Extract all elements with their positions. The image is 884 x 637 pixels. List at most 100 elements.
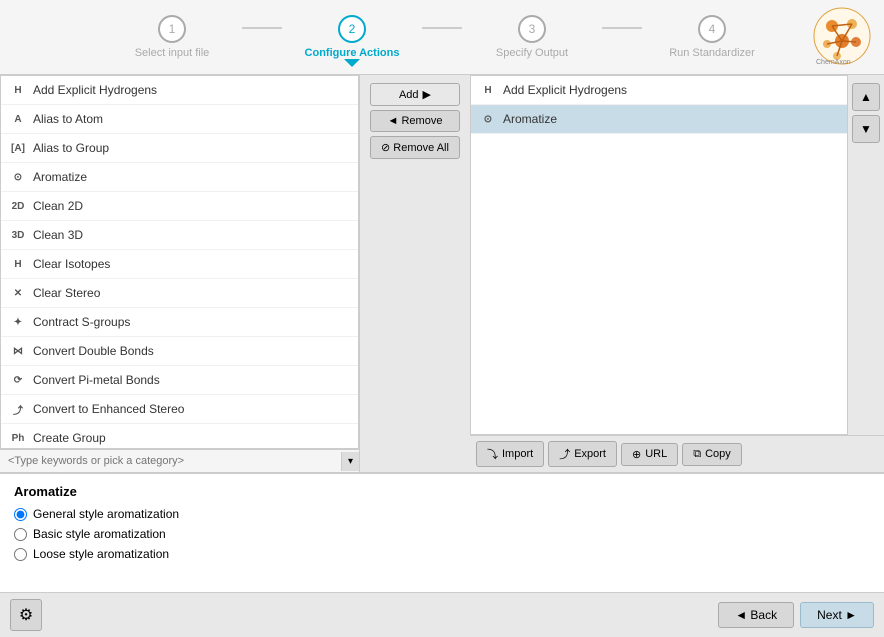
connector-3 xyxy=(602,27,642,29)
move-up-button[interactable]: ▲ xyxy=(852,83,880,111)
item-label: Create Group xyxy=(33,431,106,445)
left-list-item[interactable]: ⤴ Convert to Enhanced Stereo xyxy=(1,395,358,424)
item-icon: ⟳ xyxy=(9,371,27,389)
radio-options: General style aromatization Basic style … xyxy=(14,507,870,561)
properties-panel: Aromatize General style aromatization Ba… xyxy=(0,472,884,592)
middle-buttons: Add ▶ ◄ Remove ⊘ Remove All xyxy=(360,75,470,472)
step-4-label: Run Standardizer xyxy=(669,47,755,59)
item-label: Clean 2D xyxy=(33,199,83,213)
item-label: Clear Isotopes xyxy=(33,257,110,271)
left-list-item[interactable]: H Add Explicit Hydrogens xyxy=(1,76,358,105)
item-label: Aromatize xyxy=(33,170,87,184)
item-icon: A xyxy=(9,110,27,128)
url-button[interactable]: ⊕ URL xyxy=(621,443,678,466)
radio-label-3: Loose style aromatization xyxy=(33,547,169,561)
radio-option-2[interactable]: Basic style aromatization xyxy=(14,527,870,541)
left-list-item[interactable]: 2D Clean 2D xyxy=(1,192,358,221)
step-2[interactable]: 2 Configure Actions xyxy=(282,15,422,59)
step-1-circle: 1 xyxy=(158,15,186,43)
item-icon: H xyxy=(9,255,27,273)
radio-input-2[interactable] xyxy=(14,528,27,541)
left-list-item[interactable]: Ph Create Group xyxy=(1,424,358,449)
right-list-item[interactable]: H Add Explicit Hydrogens xyxy=(471,76,847,105)
right-panel: H Add Explicit Hydrogens ⊙ Aromatize xyxy=(470,75,848,435)
move-down-button[interactable]: ▼ xyxy=(852,115,880,143)
item-icon: ⤴ xyxy=(9,400,27,418)
export-button[interactable]: ⤴ Export xyxy=(548,441,617,467)
left-list-item[interactable]: A Alias to Atom xyxy=(1,105,358,134)
footer-nav-buttons: ◄ Back Next ► xyxy=(718,602,874,628)
item-label: Contract S-groups xyxy=(33,315,130,329)
item-icon: 3D xyxy=(9,226,27,244)
right-wrapper: H Add Explicit Hydrogens ⊙ Aromatize ▲ ▼ xyxy=(470,75,884,435)
right-list[interactable]: H Add Explicit Hydrogens ⊙ Aromatize xyxy=(471,76,847,434)
item-label: Add Explicit Hydrogens xyxy=(33,83,157,97)
radio-input-3[interactable] xyxy=(14,548,27,561)
search-row: ▾ xyxy=(0,449,359,472)
item-icon: H xyxy=(9,81,27,99)
item-label: Clear Stereo xyxy=(33,286,100,300)
right-bottom-buttons: ⤵ Import ⤴ Export ⊕ URL ⧉ Copy xyxy=(470,435,884,472)
right-side-buttons: ▲ ▼ xyxy=(848,75,884,435)
right-list-item[interactable]: ⊙ Aromatize xyxy=(471,105,847,134)
properties-title: Aromatize xyxy=(14,484,870,499)
item-label: Add Explicit Hydrogens xyxy=(503,83,627,97)
left-list-item[interactable]: ⋈ Convert Double Bonds xyxy=(1,337,358,366)
item-label: Convert to Enhanced Stereo xyxy=(33,402,184,416)
radio-label-1: General style aromatization xyxy=(33,507,179,521)
gear-button[interactable]: ⚙ xyxy=(10,599,42,631)
left-list-item[interactable]: ✦ Contract S-groups xyxy=(1,308,358,337)
step-4-circle: 4 xyxy=(698,15,726,43)
item-label: Convert Pi-metal Bonds xyxy=(33,373,160,387)
search-dropdown-btn[interactable]: ▾ xyxy=(341,452,359,471)
left-list-item[interactable]: ✕ Clear Stereo xyxy=(1,279,358,308)
remove-all-button[interactable]: ⊘ Remove All xyxy=(370,136,460,159)
import-button[interactable]: ⤵ Import xyxy=(476,441,544,467)
step-3-circle: 3 xyxy=(518,15,546,43)
item-icon: Ph xyxy=(9,429,27,447)
svg-text:ChemAxon: ChemAxon xyxy=(816,59,851,66)
item-icon: ✕ xyxy=(9,284,27,302)
gear-icon: ⚙ xyxy=(19,605,33,625)
add-button[interactable]: Add ▶ xyxy=(370,83,460,106)
left-list-item[interactable]: ⊙ Aromatize xyxy=(1,163,358,192)
right-area: H Add Explicit Hydrogens ⊙ Aromatize ▲ ▼… xyxy=(470,75,884,472)
left-list-item[interactable]: H Clear Isotopes xyxy=(1,250,358,279)
next-button[interactable]: Next ► xyxy=(800,602,874,628)
step-2-circle: 2 xyxy=(338,15,366,43)
search-input[interactable] xyxy=(0,450,341,472)
radio-option-1[interactable]: General style aromatization xyxy=(14,507,870,521)
connector-2 xyxy=(422,27,462,29)
item-icon: [A] xyxy=(9,139,27,157)
wizard-steps: 1 Select input file 2 Configure Actions … xyxy=(102,15,782,59)
left-panel: H Add Explicit Hydrogens A Alias to Atom… xyxy=(0,75,360,472)
radio-option-3[interactable]: Loose style aromatization xyxy=(14,547,870,561)
panels-row: H Add Explicit Hydrogens A Alias to Atom… xyxy=(0,75,884,472)
header: 1 Select input file 2 Configure Actions … xyxy=(0,0,884,75)
item-icon: ⊙ xyxy=(9,168,27,186)
item-icon: ⊙ xyxy=(479,110,497,128)
item-label: Alias to Group xyxy=(33,141,109,155)
item-icon: ⋈ xyxy=(9,342,27,360)
connector-1 xyxy=(242,27,282,29)
step-3-label: Specify Output xyxy=(496,47,568,59)
active-indicator xyxy=(344,59,360,67)
copy-button[interactable]: ⧉ Copy xyxy=(682,443,742,466)
back-button[interactable]: ◄ Back xyxy=(718,602,794,628)
step-1-label: Select input file xyxy=(135,47,210,59)
chemaxon-logo: ChemAxon xyxy=(812,6,872,66)
left-list-item[interactable]: [A] Alias to Group xyxy=(1,134,358,163)
item-icon: ✦ xyxy=(9,313,27,331)
item-icon: 2D xyxy=(9,197,27,215)
main-area: H Add Explicit Hydrogens A Alias to Atom… xyxy=(0,75,884,592)
step-3[interactable]: 3 Specify Output xyxy=(462,15,602,59)
footer: ⚙ ◄ Back Next ► xyxy=(0,592,884,637)
item-label: Aromatize xyxy=(503,112,557,126)
radio-input-1[interactable] xyxy=(14,508,27,521)
step-4[interactable]: 4 Run Standardizer xyxy=(642,15,782,59)
left-list-item[interactable]: 3D Clean 3D xyxy=(1,221,358,250)
actions-list[interactable]: H Add Explicit Hydrogens A Alias to Atom… xyxy=(0,75,359,449)
left-list-item[interactable]: ⟳ Convert Pi-metal Bonds xyxy=(1,366,358,395)
remove-button[interactable]: ◄ Remove xyxy=(370,110,460,132)
step-1[interactable]: 1 Select input file xyxy=(102,15,242,59)
